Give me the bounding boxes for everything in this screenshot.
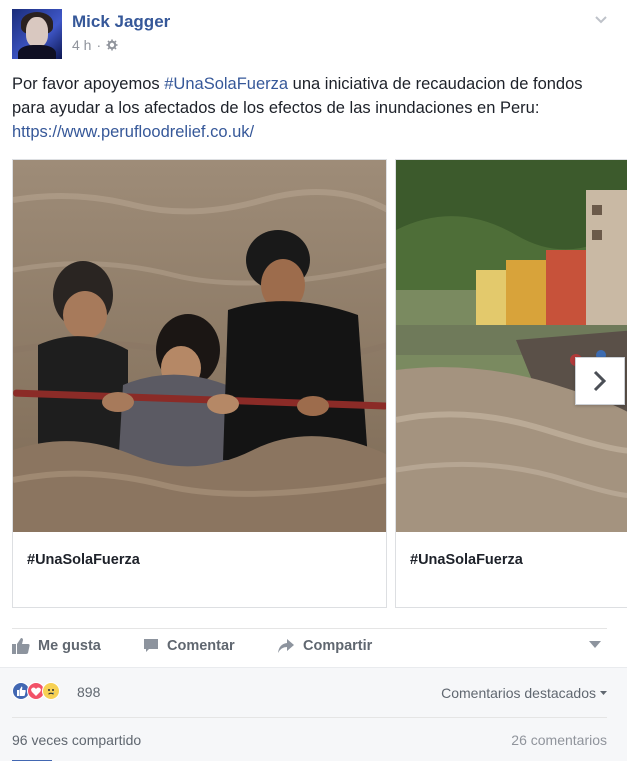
thumbs-up-icon	[12, 638, 30, 654]
post-text-before: Por favor apoyemos	[12, 75, 165, 93]
share-button[interactable]: Compartir	[277, 638, 372, 654]
sad-reaction-icon	[42, 682, 60, 700]
external-link[interactable]: https://www.perufloodrelief.co.uk/	[12, 123, 254, 141]
chevron-right-icon	[593, 370, 607, 392]
caret-down-icon	[600, 690, 607, 695]
share-label: Compartir	[303, 638, 373, 654]
post-time[interactable]: 4 h	[72, 37, 91, 53]
caret-down-icon[interactable]	[589, 641, 601, 649]
post-header: Mick Jagger 4 h ·	[12, 9, 612, 59]
image-carousel: #UnaSolaFuerza #UnaSolaFuerza	[12, 158, 627, 608]
comment-icon	[144, 639, 158, 652]
carousel-next-button[interactable]	[575, 357, 625, 405]
flooded-town-photo[interactable]	[396, 160, 627, 532]
reaction-icons[interactable]	[12, 682, 60, 700]
comment-button[interactable]: Comentar	[143, 638, 235, 654]
gear-icon[interactable]	[106, 39, 118, 51]
chevron-down-icon[interactable]	[594, 12, 608, 26]
author-name[interactable]: Mick Jagger	[72, 12, 170, 32]
share-arrow-icon	[278, 639, 294, 653]
comment-label: Comentar	[167, 638, 235, 654]
like-label: Me gusta	[38, 638, 101, 654]
post-meta: 4 h ·	[72, 37, 118, 53]
carousel-card[interactable]: #UnaSolaFuerza	[12, 159, 387, 608]
card-caption[interactable]: #UnaSolaFuerza	[27, 552, 140, 568]
author-avatar[interactable]	[12, 9, 62, 59]
hashtag-link[interactable]: #UnaSolaFuerza	[164, 75, 288, 93]
top-comments-label: Comentarios destacados	[441, 685, 596, 701]
card-caption[interactable]: #UnaSolaFuerza	[410, 552, 523, 568]
action-bar: Me gusta Comentar Compartir	[12, 628, 607, 666]
share-count[interactable]: 96 veces compartido	[12, 732, 141, 748]
reactions-bar: 898 Comentarios destacados 96 veces comp…	[0, 667, 627, 761]
divider	[12, 717, 607, 718]
flood-rescue-photo[interactable]	[13, 160, 386, 532]
top-comments-dropdown[interactable]: Comentarios destacados	[441, 685, 607, 701]
meta-separator: ·	[96, 37, 102, 53]
post-text: Por favor apoyemos #UnaSolaFuerza una in…	[12, 72, 612, 144]
reaction-count[interactable]: 898	[77, 684, 100, 700]
like-button[interactable]: Me gusta	[12, 638, 101, 654]
comment-count[interactable]: 26 comentarios	[511, 732, 607, 748]
